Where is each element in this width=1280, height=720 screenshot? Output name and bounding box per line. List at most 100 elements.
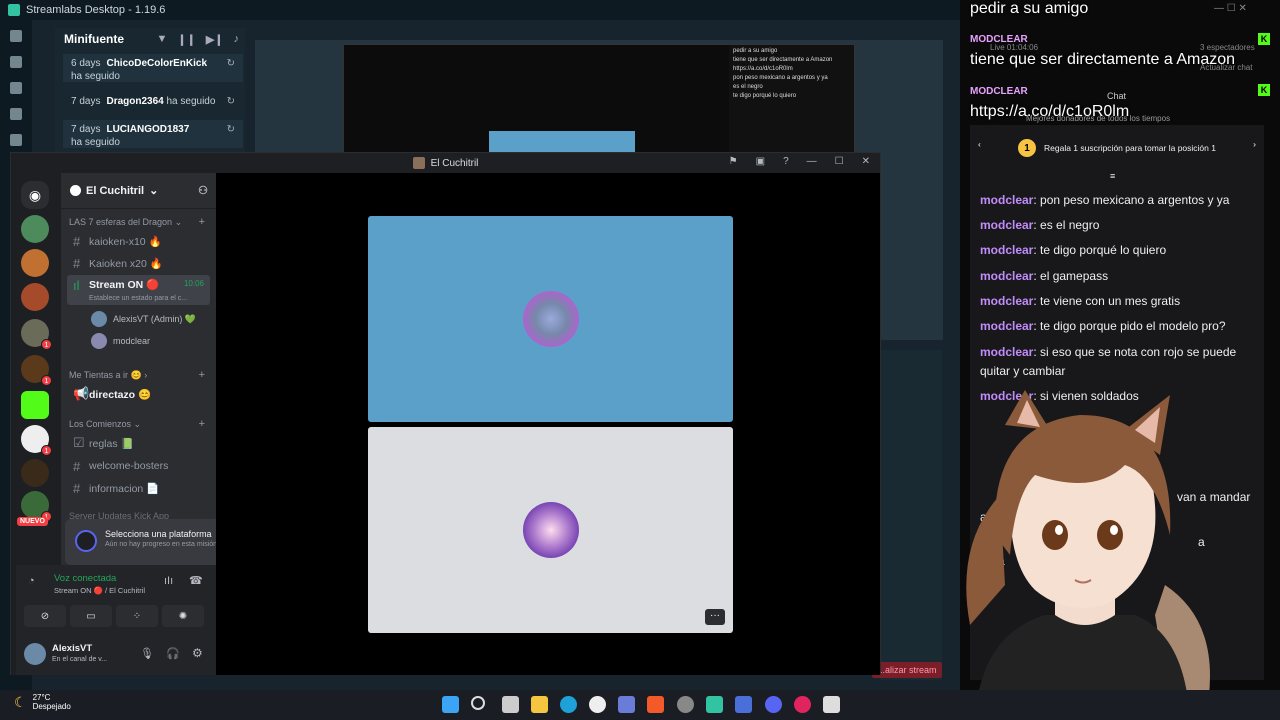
replay-icon[interactable]: ↻ bbox=[227, 123, 235, 136]
streamlabs-mixer-area bbox=[880, 350, 942, 680]
streamlabs-titlebar: Streamlabs Desktop - 1.19.6 bbox=[0, 0, 960, 20]
inbox-icon[interactable]: ▣ bbox=[756, 156, 765, 167]
server-icon[interactable] bbox=[21, 283, 49, 311]
soundboard-button[interactable]: ✺ bbox=[162, 605, 204, 627]
notification-badge: 1 bbox=[41, 339, 52, 350]
chevron-left-icon[interactable]: ‹ bbox=[978, 139, 981, 149]
guild-header[interactable]: El Cuchitril ⌄ ⚇ bbox=[61, 173, 216, 209]
add-channel-icon[interactable]: + bbox=[199, 418, 205, 430]
replay-icon[interactable]: ↻ bbox=[227, 95, 235, 108]
server-icon[interactable] bbox=[21, 459, 49, 487]
server-icon bbox=[70, 185, 81, 196]
mute-icon[interactable]: ♪ bbox=[234, 33, 240, 46]
server-icon bbox=[412, 157, 425, 169]
notification-badge: 1 bbox=[41, 375, 52, 386]
discord-home-icon[interactable]: ◉ bbox=[21, 181, 49, 209]
task-view-icon[interactable] bbox=[502, 696, 519, 713]
voice-user[interactable]: modclear bbox=[91, 333, 150, 349]
headphones-icon[interactable]: 🎧 bbox=[166, 647, 180, 660]
maximize-icon[interactable]: ☐ bbox=[835, 156, 844, 167]
disconnect-icon[interactable]: ☎ bbox=[189, 574, 203, 587]
category-header[interactable]: Los Comienzos ⌄ + bbox=[69, 418, 209, 430]
voice-status[interactable]: Voz conectada bbox=[54, 573, 116, 584]
replay-icon[interactable]: ↻ bbox=[227, 57, 235, 70]
voice-user[interactable]: AlexisVT (Admin) 💚 bbox=[91, 311, 196, 327]
go-live-button[interactable]: ...alizar stream bbox=[872, 662, 942, 678]
channel-informacion[interactable]: # informacion 📄 bbox=[67, 478, 210, 498]
collapse-icon[interactable]: ≡ bbox=[1110, 171, 1115, 181]
add-channel-icon[interactable]: + bbox=[199, 216, 205, 228]
skip-icon[interactable]: ▶❙ bbox=[206, 33, 224, 46]
weather-widget[interactable]: ☾ 27°C Despejado bbox=[14, 693, 71, 711]
channel-welcome-bosters[interactable]: # welcome-bosters bbox=[67, 456, 210, 476]
gift-leaderboard: ‹ 1 Regala 1 suscripción para tomar la p… bbox=[970, 125, 1264, 171]
file-explorer-icon[interactable] bbox=[531, 696, 548, 713]
avatar[interactable] bbox=[24, 643, 46, 665]
server-icon[interactable]: 1 bbox=[21, 425, 52, 456]
app-icon[interactable] bbox=[823, 696, 840, 713]
more-options-button[interactable]: ··· bbox=[705, 609, 725, 625]
follow-event-row: 6 days ChicoDeColorEnKick ha seguido ↻ bbox=[63, 54, 243, 82]
participant-tile[interactable]: ··· bbox=[368, 427, 733, 633]
dashboard-icon[interactable] bbox=[10, 108, 22, 120]
help-icon[interactable]: ? bbox=[783, 156, 789, 167]
search-icon[interactable] bbox=[471, 696, 485, 710]
avatar bbox=[522, 291, 579, 347]
add-member-icon[interactable]: ⚇ bbox=[198, 184, 208, 197]
server-icon[interactable] bbox=[21, 215, 49, 243]
vtuber-avatar bbox=[966, 390, 1210, 720]
overlay-username: MODCLEAR bbox=[970, 86, 1028, 97]
server-icon[interactable]: 1 bbox=[21, 355, 52, 386]
streamlabs-taskbar-icon[interactable] bbox=[706, 696, 723, 713]
app-icon[interactable] bbox=[618, 696, 635, 713]
kick-server-icon[interactable] bbox=[21, 391, 49, 419]
channel-reglas[interactable]: ☑ reglas 📗 bbox=[67, 433, 210, 453]
hash-icon: # bbox=[73, 255, 81, 271]
channel-directazo[interactable]: 📢 directazo 😊 bbox=[67, 384, 210, 404]
app-icon[interactable] bbox=[794, 696, 811, 713]
camera-off-button[interactable]: ⊘ bbox=[24, 605, 66, 627]
microphone-icon[interactable]: 🎙 bbox=[140, 647, 154, 660]
steam-icon[interactable] bbox=[677, 696, 694, 713]
voice-channel-stream-on[interactable]: ıl Stream ON 🔴 Establece un estado para … bbox=[67, 275, 210, 305]
window-controls[interactable]: — ☐ ✕ bbox=[1214, 3, 1247, 14]
pause-icon[interactable]: ❙❙ bbox=[177, 33, 195, 46]
rank-badge: 1 bbox=[1018, 139, 1036, 157]
flag-icon[interactable]: ⚑ bbox=[729, 156, 738, 167]
screen-share-button[interactable]: ▭ bbox=[70, 605, 112, 627]
gear-icon[interactable]: ⚙ bbox=[192, 646, 203, 660]
kick-icon: K bbox=[1258, 84, 1270, 96]
themes-icon[interactable] bbox=[10, 56, 22, 68]
filter-icon[interactable]: ▼ bbox=[156, 33, 167, 46]
channel-kaioken-x20[interactable]: # Kaioken x20 🔥 bbox=[67, 253, 210, 273]
chat-message: modclear: te digo porqué lo quiero bbox=[980, 243, 1167, 257]
discord-taskbar-icon[interactable] bbox=[765, 696, 782, 713]
close-icon[interactable]: ✕ bbox=[862, 156, 870, 167]
hash-icon: # bbox=[73, 480, 81, 496]
brave-icon[interactable] bbox=[647, 696, 664, 713]
noise-suppression-icon[interactable]: ıIı bbox=[164, 575, 173, 587]
store-icon[interactable] bbox=[10, 82, 22, 94]
server-icon[interactable]: 1 bbox=[21, 319, 52, 350]
server-icon[interactable]: 1 bbox=[21, 491, 52, 522]
apps-icon[interactable] bbox=[10, 134, 22, 146]
streamlabs-logo-icon bbox=[8, 4, 20, 16]
minimize-icon[interactable]: — bbox=[807, 156, 817, 167]
start-icon[interactable] bbox=[442, 696, 459, 713]
streamlabs-title: Streamlabs Desktop - 1.19.6 bbox=[26, 4, 166, 16]
chat-message: modclear: el gamepass bbox=[980, 269, 1109, 283]
add-channel-icon[interactable]: + bbox=[199, 369, 205, 381]
channel-kaioken-x10[interactable]: # kaioken-x10 🔥 bbox=[67, 231, 210, 251]
platform-icon bbox=[75, 530, 97, 552]
chevron-right-icon[interactable]: › bbox=[1253, 139, 1256, 149]
vtube-studio-icon[interactable] bbox=[735, 696, 752, 713]
studio-icon[interactable] bbox=[10, 30, 22, 42]
category-header[interactable]: Me Tientas a ir 😊 › + bbox=[69, 369, 209, 381]
server-icon[interactable] bbox=[21, 249, 49, 277]
category-header[interactable]: LAS 7 esferas del Dragon ⌄ + bbox=[69, 216, 209, 228]
activities-button[interactable]: ⁘ bbox=[116, 605, 158, 627]
media-player-icon[interactable] bbox=[589, 696, 606, 713]
signal-icon: ◔ bbox=[28, 575, 35, 587]
participant-tile[interactable] bbox=[368, 216, 733, 422]
edge-icon[interactable] bbox=[560, 696, 577, 713]
